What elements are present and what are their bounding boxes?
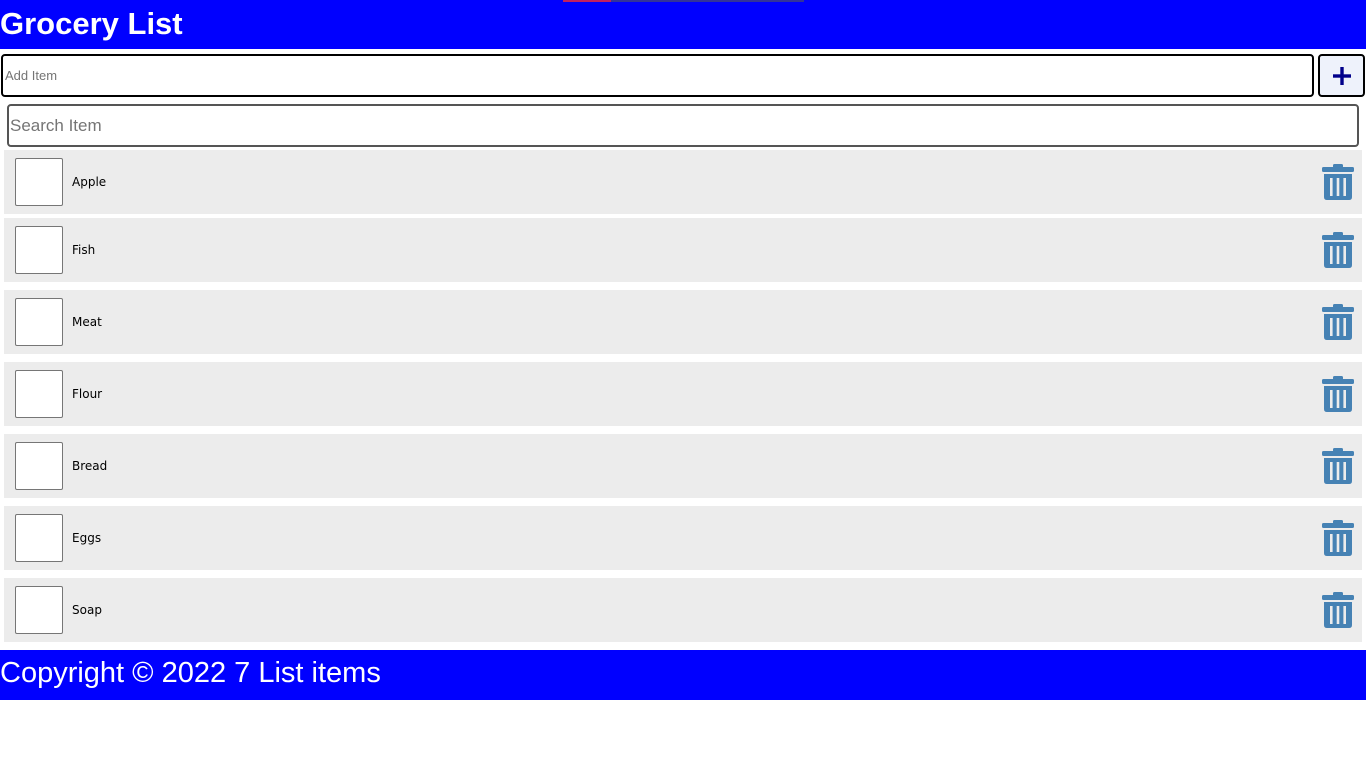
item-checkbox[interactable] bbox=[15, 158, 63, 206]
trash-icon[interactable] bbox=[1322, 232, 1354, 268]
trash-icon[interactable] bbox=[1322, 592, 1354, 628]
list-item: Fish bbox=[4, 218, 1362, 282]
item-label[interactable]: Eggs bbox=[72, 531, 101, 546]
page-title: Grocery List bbox=[0, 6, 183, 41]
add-item-button[interactable] bbox=[1318, 54, 1365, 97]
list-item: Bread bbox=[4, 434, 1362, 498]
grocery-item-list: Apple Fish Meat Flour Bread Eggs Soap bbox=[4, 150, 1362, 650]
trash-icon[interactable] bbox=[1322, 304, 1354, 340]
item-checkbox[interactable] bbox=[15, 370, 63, 418]
item-label[interactable]: Fish bbox=[72, 243, 95, 258]
list-item: Flour bbox=[4, 362, 1362, 426]
list-item: Eggs bbox=[4, 506, 1362, 570]
item-checkbox[interactable] bbox=[15, 298, 63, 346]
top-tab-indicator bbox=[563, 0, 804, 2]
plus-icon bbox=[1332, 66, 1351, 85]
app-header: Grocery List bbox=[0, 0, 1366, 49]
item-label[interactable]: Soap bbox=[72, 603, 102, 618]
item-label[interactable]: Bread bbox=[72, 459, 107, 474]
trash-icon[interactable] bbox=[1322, 520, 1354, 556]
item-checkbox[interactable] bbox=[15, 226, 63, 274]
trash-icon[interactable] bbox=[1322, 376, 1354, 412]
item-label[interactable]: Apple bbox=[72, 175, 106, 190]
footer-copyright: Copyright © 2022 7 List items bbox=[0, 657, 381, 689]
list-item: Soap bbox=[4, 578, 1362, 642]
add-item-form bbox=[1, 54, 1365, 97]
trash-icon[interactable] bbox=[1322, 164, 1354, 200]
add-item-input[interactable] bbox=[1, 54, 1314, 97]
trash-icon[interactable] bbox=[1322, 448, 1354, 484]
item-checkbox[interactable] bbox=[15, 586, 63, 634]
item-checkbox[interactable] bbox=[15, 514, 63, 562]
item-checkbox[interactable] bbox=[15, 442, 63, 490]
list-item: Apple bbox=[4, 150, 1362, 214]
search-input[interactable] bbox=[7, 104, 1359, 147]
item-label[interactable]: Flour bbox=[72, 387, 102, 402]
list-item: Meat bbox=[4, 290, 1362, 354]
app-footer: Copyright © 2022 7 List items bbox=[0, 650, 1366, 700]
item-label[interactable]: Meat bbox=[72, 315, 102, 330]
